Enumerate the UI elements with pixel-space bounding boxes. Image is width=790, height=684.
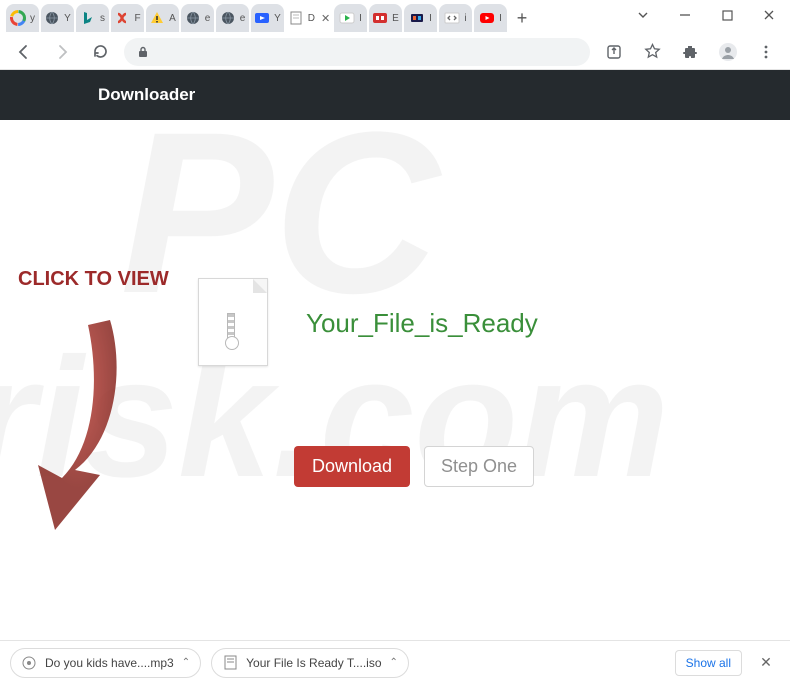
click-to-view-label: CLICK TO VIEW xyxy=(18,268,169,291)
favicon-icon xyxy=(444,10,460,26)
downloads-bar: Do you kids have....mp3 ⌃ Your File Is R… xyxy=(0,640,790,684)
browser-tab[interactable]: e xyxy=(216,4,249,32)
new-tab-button[interactable]: + xyxy=(509,5,535,31)
step-one-button[interactable]: Step One xyxy=(424,446,534,487)
tab-label: E xyxy=(392,13,399,24)
browser-toolbar xyxy=(0,34,790,70)
reload-button[interactable] xyxy=(86,38,114,66)
tab-label: Y xyxy=(64,13,71,24)
download-button[interactable]: Download xyxy=(294,446,410,487)
favicon-icon xyxy=(44,10,60,26)
maximize-button[interactable] xyxy=(706,0,748,30)
favicon-icon xyxy=(288,10,304,26)
page-content: PC risk.com CLICK TO VIEW Your_File_is_R… xyxy=(0,120,790,640)
favicon-icon xyxy=(80,10,96,26)
arrow-icon xyxy=(20,310,150,540)
tab-label: y xyxy=(30,13,35,24)
browser-tab[interactable]: s xyxy=(76,4,109,32)
tab-label: I xyxy=(499,13,502,24)
star-icon[interactable] xyxy=(638,38,666,66)
favicon-icon xyxy=(409,10,425,26)
browser-tab[interactable]: D✕ xyxy=(286,4,332,32)
download-item[interactable]: Do you kids have....mp3 ⌃ xyxy=(10,648,201,678)
zip-file-icon xyxy=(198,278,268,366)
download-filename: Do you kids have....mp3 xyxy=(45,656,174,670)
browser-tab[interactable]: Y xyxy=(41,4,74,32)
chevron-down-icon[interactable] xyxy=(622,0,664,30)
browser-tab[interactable]: E xyxy=(369,4,402,32)
favicon-icon xyxy=(220,10,236,26)
browser-tab[interactable]: e xyxy=(181,4,214,32)
disk-file-icon xyxy=(222,655,238,671)
favicon-icon xyxy=(185,10,201,26)
browser-tab[interactable]: I xyxy=(334,4,367,32)
chevron-up-icon[interactable]: ⌃ xyxy=(390,657,398,668)
favicon-icon xyxy=(339,10,355,26)
tab-label: s xyxy=(100,13,105,24)
favicon-icon xyxy=(372,10,388,26)
browser-tab[interactable]: i xyxy=(439,4,472,32)
browser-tab[interactable]: I xyxy=(474,4,507,32)
tab-label: I xyxy=(429,13,432,24)
browser-tab[interactable]: Y xyxy=(251,4,284,32)
browser-tab[interactable]: F xyxy=(111,4,144,32)
favicon-icon xyxy=(479,10,495,26)
favicon-icon xyxy=(10,10,26,26)
page-title: Downloader xyxy=(98,85,195,105)
forward-button[interactable] xyxy=(48,38,76,66)
minimize-button[interactable] xyxy=(664,0,706,30)
download-filename: Your File Is Ready T....iso xyxy=(246,656,381,670)
tab-label: e xyxy=(205,13,211,24)
favicon-icon xyxy=(254,10,270,26)
tab-label: A xyxy=(169,13,176,24)
show-all-downloads[interactable]: Show all xyxy=(675,650,742,676)
audio-file-icon xyxy=(21,655,37,671)
window-titlebar: yYsFAeeYD✕IEIiI+ xyxy=(0,0,790,34)
download-item[interactable]: Your File Is Ready T....iso ⌃ xyxy=(211,648,409,678)
share-icon[interactable] xyxy=(600,38,628,66)
window-controls xyxy=(622,0,790,30)
profile-icon[interactable] xyxy=(714,38,742,66)
tab-label: Y xyxy=(274,13,281,24)
page-header: Downloader xyxy=(0,70,790,120)
tab-label: I xyxy=(359,13,362,24)
tab-strip: yYsFAeeYD✕IEIiI+ xyxy=(0,0,622,32)
close-downloads-bar[interactable]: ✕ xyxy=(752,654,780,671)
browser-tab[interactable]: I xyxy=(404,4,437,32)
menu-icon[interactable] xyxy=(752,38,780,66)
extensions-icon[interactable] xyxy=(676,38,704,66)
tab-label: D xyxy=(308,13,315,24)
address-bar[interactable] xyxy=(124,38,590,66)
tab-close-icon[interactable]: ✕ xyxy=(321,12,330,25)
tab-label: e xyxy=(240,13,246,24)
close-button[interactable] xyxy=(748,0,790,30)
lock-icon xyxy=(136,45,150,59)
chevron-up-icon[interactable]: ⌃ xyxy=(182,657,190,668)
browser-tab[interactable]: A xyxy=(146,4,179,32)
favicon-icon xyxy=(114,10,130,26)
page-viewport: Downloader PC risk.com CLICK TO VIEW You… xyxy=(0,70,790,640)
tab-label: i xyxy=(464,13,466,24)
back-button[interactable] xyxy=(10,38,38,66)
browser-tab[interactable]: y xyxy=(6,4,39,32)
favicon-icon xyxy=(149,10,165,26)
tab-label: F xyxy=(134,13,140,24)
file-ready-text: Your_File_is_Ready xyxy=(306,308,538,339)
